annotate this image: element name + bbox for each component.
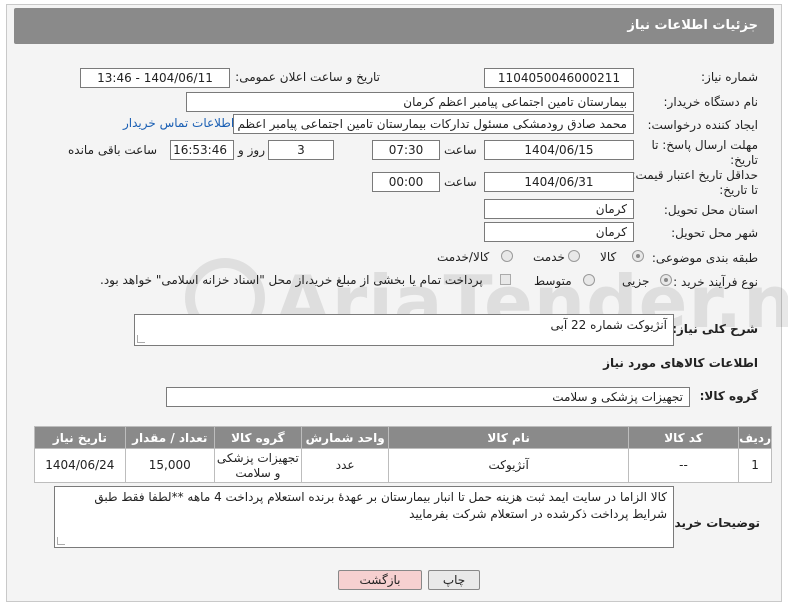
remaining-label: ساعت باقی مانده — [68, 143, 158, 157]
col-header-goods-group: گروه کالا — [213, 426, 302, 449]
description-textarea[interactable]: آنژیوکت شماره 22 آبی — [134, 314, 674, 346]
announce-datetime-field: 1404/06/11 - 13:46 — [80, 68, 230, 88]
cell-need-date: 1404/06/24 — [34, 448, 126, 483]
category-option-both: کالا/خدمت — [437, 250, 490, 264]
price-validity-time-field: 00:00 — [372, 172, 440, 192]
description-label: شرح کلی نیاز: — [672, 322, 758, 336]
items-table: ردیف کد کالا نام کالا واحد شمارش گروه کا… — [34, 426, 772, 483]
process-radio-medium[interactable] — [583, 274, 595, 286]
cell-row-number: 1 — [738, 448, 772, 483]
buyer-contact-link[interactable]: اطلاعات تماس خریدار — [123, 116, 234, 130]
table-row: 1 -- آنژیوکت عدد تجهیزات پزشکی و سلامت 1… — [34, 448, 772, 483]
category-radio-both[interactable] — [501, 250, 513, 262]
price-validity-date-field: 1404/06/31 — [484, 172, 634, 192]
description-text: آنژیوکت شماره 22 آبی — [550, 318, 667, 332]
col-header-row-number: ردیف — [738, 426, 772, 449]
days-field: 3 — [268, 140, 334, 160]
buyer-notes-textarea[interactable]: کالا الزاما در سایت ایمد ثبت هزینه حمل ت… — [54, 486, 674, 548]
back-button[interactable]: بازگشت — [338, 570, 422, 590]
city-label: شهر محل تحویل: — [671, 226, 758, 240]
deadline-time-field: 07:30 — [372, 140, 440, 160]
province-field: کرمان — [484, 199, 634, 219]
category-option-goods: کالا — [600, 250, 617, 264]
cell-item-name: آنژیوکت — [388, 448, 629, 483]
col-header-unit: واحد شمارش — [300, 426, 390, 449]
deadline-date-field: 1404/06/15 — [484, 140, 634, 160]
category-radio-goods[interactable] — [632, 250, 644, 262]
buyer-org-label: نام دستگاه خریدار: — [663, 95, 759, 109]
deadline-time-label: ساعت — [444, 143, 477, 157]
col-header-need-date: تاریخ نیاز — [34, 426, 126, 449]
table-header-row: ردیف کد کالا نام کالا واحد شمارش گروه کا… — [34, 426, 772, 449]
remaining-time-field: 16:53:46 — [170, 140, 234, 160]
requester-label: ایجاد کننده درخواست: — [647, 118, 758, 132]
deadline-label: مهلت ارسال پاسخ: تا تاریخ: — [651, 138, 758, 167]
city-field: کرمان — [484, 222, 634, 242]
requester-field: محمد صادق رودمشکی مسئول تدارکات بیمارستا… — [233, 114, 634, 134]
process-option-medium: متوسط — [534, 274, 572, 288]
category-label: طبقه بندی موضوعی: — [651, 251, 758, 265]
goods-info-title: اطلاعات کالاهای مورد نیاز — [603, 356, 758, 370]
print-button[interactable]: چاپ — [428, 570, 480, 590]
payment-note: پرداخت تمام یا بخشی از مبلغ خرید،از محل … — [100, 273, 483, 287]
need-number-field: 1104050046000211 — [484, 68, 634, 88]
category-radio-service[interactable] — [568, 250, 580, 262]
col-header-quantity: تعداد / مقدار — [124, 426, 215, 449]
col-header-item-name: نام کالا — [388, 426, 629, 449]
buyer-notes-text: کالا الزاما در سایت ایمد ثبت هزینه حمل ت… — [94, 490, 667, 521]
col-header-item-code: کد کالا — [627, 426, 740, 449]
goods-group-field: تجهیزات پزشکی و سلامت — [166, 387, 690, 407]
province-label: استان محل تحویل: — [663, 203, 758, 217]
price-validity-time-label: ساعت — [444, 175, 477, 189]
process-label: نوع فرآیند خرید : — [673, 275, 758, 289]
cell-item-code: -- — [627, 448, 740, 483]
category-option-service: خدمت — [533, 250, 565, 264]
process-option-minor: جزیی — [622, 274, 650, 288]
cell-unit: عدد — [300, 448, 390, 483]
announce-label: تاریخ و ساعت اعلان عمومی: — [235, 70, 380, 84]
cell-quantity: 15,000 — [124, 448, 215, 483]
price-validity-label: حداقل تاریخ اعتبار قیمت: تا تاریخ: — [631, 168, 758, 197]
days-label: روز و — [238, 143, 265, 157]
resize-handle-icon[interactable] — [137, 335, 145, 343]
page-title: جزئیات اطلاعات نیاز — [627, 18, 758, 33]
header-bar: جزئیات اطلاعات نیاز — [14, 8, 774, 44]
goods-group-label: گروه کالا: — [699, 389, 758, 403]
cell-goods-group: تجهیزات پزشکی و سلامت — [213, 448, 302, 483]
need-number-label: شماره نیاز: — [701, 70, 758, 84]
resize-handle-icon[interactable] — [57, 537, 65, 545]
treasury-payment-checkbox[interactable] — [500, 274, 511, 285]
process-radio-minor[interactable] — [660, 274, 672, 286]
buyer-org-field: بیمارستان تامین اجتماعی پیامبر اعظم کرما… — [186, 92, 634, 112]
